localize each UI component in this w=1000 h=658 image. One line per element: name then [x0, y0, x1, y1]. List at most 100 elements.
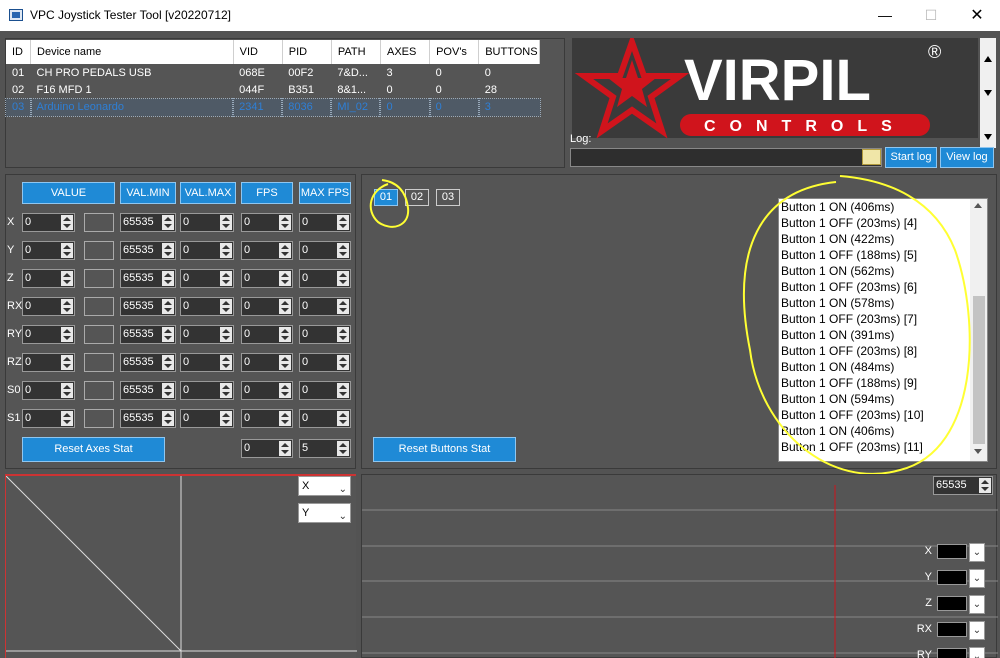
axis-value-spinner[interactable]: 0 [22, 297, 75, 316]
axis-val-min-spinner[interactable]: 65535 [120, 241, 176, 260]
x-axis-select[interactable]: X ⌄ [298, 476, 351, 496]
device-column-header[interactable]: POV's [429, 40, 480, 64]
axis-label: S0 [7, 384, 21, 396]
channel-color-swatch[interactable] [937, 570, 967, 585]
axis-val-min-spinner[interactable]: 65535 [120, 213, 176, 232]
axis-fps-spinner[interactable]: 0 [241, 269, 293, 288]
channel-color-swatch[interactable] [937, 544, 967, 559]
axis-val-max-spinner[interactable]: 0 [180, 269, 234, 288]
axis-value-spinner[interactable]: 0 [22, 269, 75, 288]
axis-value-spinner[interactable]: 0 [22, 325, 75, 344]
channel-color-swatch[interactable] [937, 648, 967, 658]
axis-value-indicator [84, 325, 114, 344]
chevron-down-icon[interactable]: ⌄ [969, 543, 985, 562]
virpil-logo: VIRPIL ® CONTROLS [572, 32, 978, 139]
axis-fps-spinner[interactable]: 0 [241, 213, 293, 232]
axis-fps-spinner[interactable]: 0 [241, 297, 293, 316]
channel-label: RX [916, 623, 932, 635]
scroll-down-icon[interactable] [984, 90, 992, 96]
minimize-button[interactable]: — [862, 0, 908, 31]
axis-val-min-spinner[interactable]: 65535 [120, 269, 176, 288]
device-table: ID Device name VID PID PATH AXES POV's BUTTONS … [5, 40, 541, 118]
device-cell: 0 [379, 97, 431, 118]
device-column-header[interactable]: AXES [380, 40, 431, 64]
scroll-down-icon[interactable] [984, 134, 992, 140]
channel-label: Z [925, 597, 932, 609]
axis-value-spinner[interactable]: 0 [22, 409, 75, 428]
axis-value-spinner[interactable]: 0 [22, 241, 75, 260]
close-button[interactable]: ✕ [954, 0, 1000, 31]
folder-icon[interactable] [862, 149, 881, 165]
device-row[interactable]: 03 Arduino Leonardo 2341 8036 MI_02 0 0 3 [5, 97, 541, 118]
reset-axes-button[interactable]: Reset Axes Stat [22, 437, 165, 462]
axis-val-min-spinner[interactable]: 65535 [120, 353, 176, 372]
channel-color-swatch[interactable] [937, 596, 967, 611]
axis-value-spinner[interactable]: 0 [22, 353, 75, 372]
axis-label: RY [7, 328, 23, 340]
axis-val-max-spinner[interactable]: 0 [180, 325, 234, 344]
axis-value-indicator [84, 353, 114, 372]
chevron-down-icon[interactable]: ⌄ [969, 595, 985, 614]
device-cell: 0 [484, 66, 491, 79]
axis-fps-spinner[interactable]: 0 [241, 241, 293, 260]
axis-value-spinner[interactable]: 0 [22, 381, 75, 400]
chevron-down-icon[interactable]: ⌄ [969, 647, 985, 658]
axis-max-fps-spinner[interactable]: 0 [299, 269, 351, 288]
axis-val-max-spinner[interactable]: 0 [180, 381, 234, 400]
fps-total-spinner[interactable]: 0 [241, 439, 293, 458]
title-bar: VPC Joystick Tester Tool [v20220712] — ☐… [0, 0, 1000, 31]
device-column-header[interactable]: PATH [331, 40, 381, 64]
log-path-input[interactable] [570, 148, 882, 167]
device-row[interactable]: 02 F16 MFD 1 044F B351 8&1... 0 0 28 [6, 81, 540, 98]
axis-val-max-spinner[interactable]: 0 [180, 353, 234, 372]
axis-val-max-spinner[interactable]: 0 [180, 409, 234, 428]
axis-val-max-spinner[interactable]: 0 [180, 241, 234, 260]
axis-value-spinner[interactable]: 0 [22, 213, 75, 232]
axis-value-indicator [84, 269, 114, 288]
time-plot-max-spinner[interactable]: 65535 [933, 476, 993, 495]
view-log-button[interactable]: View log [940, 147, 994, 168]
axis-max-fps-spinner[interactable]: 0 [299, 325, 351, 344]
device-column-header[interactable]: PID [282, 40, 332, 64]
device-cell: 0 [428, 97, 480, 118]
maximize-button[interactable]: ☐ [908, 0, 954, 31]
device-cell: 00F2 [288, 66, 314, 79]
val-max-header: VAL.MAX [180, 182, 236, 204]
axis-fps-spinner[interactable]: 0 [241, 353, 293, 372]
device-column-header[interactable]: ID [6, 40, 32, 64]
axis-fps-spinner[interactable]: 0 [241, 409, 293, 428]
axis-max-fps-spinner[interactable]: 0 [299, 297, 351, 316]
device-column-header[interactable]: BUTTONS [478, 40, 540, 64]
val-min-header: VAL.MIN [120, 182, 176, 204]
axis-label: Y [7, 244, 15, 256]
device-column-header[interactable]: Device name [30, 40, 234, 64]
chevron-down-icon[interactable]: ⌄ [969, 621, 985, 640]
axis-label: RX [7, 300, 23, 312]
scroll-up-icon[interactable] [984, 56, 992, 62]
axis-val-min-spinner[interactable]: 65535 [120, 325, 176, 344]
axis-fps-spinner[interactable]: 0 [241, 381, 293, 400]
chevron-down-icon[interactable]: ⌄ [969, 569, 985, 588]
channel-color-swatch[interactable] [937, 622, 967, 637]
axis-val-min-spinner[interactable]: 65535 [120, 297, 176, 316]
axis-value-indicator [84, 409, 114, 428]
axis-val-max-spinner[interactable]: 0 [180, 213, 234, 232]
axis-label: Z [7, 272, 14, 284]
axis-fps-spinner[interactable]: 0 [241, 325, 293, 344]
axis-val-max-spinner[interactable]: 0 [180, 297, 234, 316]
axis-val-min-spinner[interactable]: 65535 [120, 409, 176, 428]
chevron-down-icon: ⌄ [338, 511, 347, 522]
axis-max-fps-spinner[interactable]: 0 [299, 353, 351, 372]
max-fps-total-spinner[interactable]: 5 [299, 439, 351, 458]
axis-max-fps-spinner[interactable]: 0 [299, 409, 351, 428]
top-right-scrollbar[interactable] [980, 38, 996, 148]
axis-val-min-spinner[interactable]: 65535 [120, 381, 176, 400]
y-axis-select[interactable]: Y ⌄ [298, 503, 351, 523]
start-log-button[interactable]: Start log [885, 147, 937, 168]
axis-max-fps-spinner[interactable]: 0 [299, 213, 351, 232]
axis-max-fps-spinner[interactable]: 0 [299, 381, 351, 400]
axis-max-fps-spinner[interactable]: 0 [299, 241, 351, 260]
annotation-marks [369, 175, 971, 475]
device-row[interactable]: 01 CH PRO PEDALS USB 068E 00F2 7&D... 3 0 0 [6, 64, 540, 81]
device-column-header[interactable]: VID [233, 40, 283, 64]
